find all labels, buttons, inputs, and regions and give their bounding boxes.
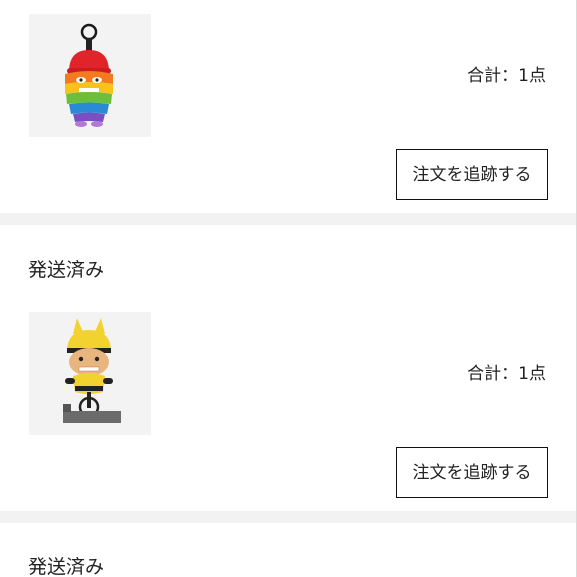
product-thumbnail[interactable]	[29, 312, 151, 435]
order-card: 合計：1点 注文を追跡する	[0, 0, 576, 213]
order-status: 発送済み	[28, 259, 105, 281]
bicycle-rider-figure-icon	[29, 312, 151, 435]
order-status: 発送済み	[28, 556, 105, 577]
item-count: 合計：1点	[467, 66, 546, 86]
order-card: 発送済み	[0, 225, 576, 511]
order-history-page: 合計：1点 注文を追跡する 発送済み 合計：1点 注文を追跡する 発送済み	[0, 0, 577, 577]
order-card: 発送済み	[0, 523, 576, 577]
section-separator	[0, 213, 576, 225]
section-separator	[0, 511, 576, 523]
track-order-button[interactable]: 注文を追跡する	[396, 447, 548, 498]
rainbow-plush-keychain-icon	[29, 14, 151, 137]
track-order-button[interactable]: 注文を追跡する	[396, 149, 548, 200]
item-count: 合計：1点	[467, 364, 546, 384]
product-thumbnail[interactable]	[29, 14, 151, 137]
